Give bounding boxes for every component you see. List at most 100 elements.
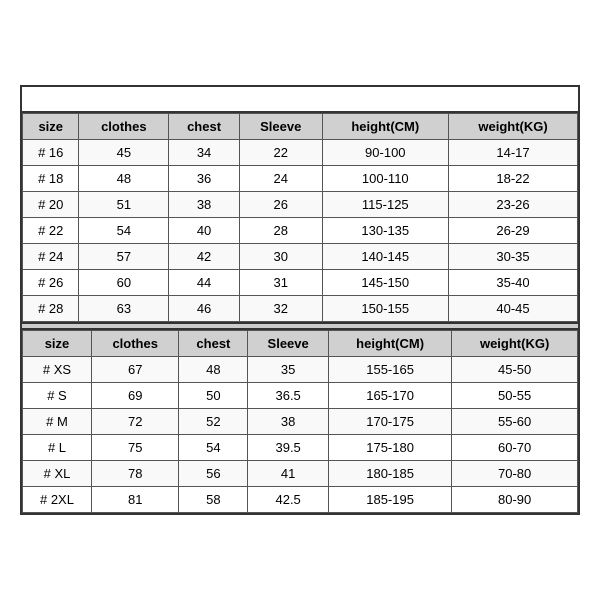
table-cell: 23-26: [449, 192, 578, 218]
table-cell: 14-17: [449, 140, 578, 166]
table-cell: 42: [169, 244, 240, 270]
table-cell: 78: [91, 461, 178, 487]
table-cell: 140-145: [322, 244, 449, 270]
table-cell: # 28: [23, 296, 79, 322]
table-1-header-cell: weight(KG): [449, 114, 578, 140]
table-row: # 18483624100-11018-22: [23, 166, 578, 192]
table-cell: 42.5: [248, 487, 329, 513]
table-cell: 45-50: [452, 357, 578, 383]
table-cell: 24: [239, 166, 322, 192]
table-cell: 54: [79, 218, 169, 244]
table-cell: 30: [239, 244, 322, 270]
table-cell: 75: [91, 435, 178, 461]
table-row: # 28634632150-15540-45: [23, 296, 578, 322]
table-cell: 185-195: [328, 487, 451, 513]
table-cell: 51: [79, 192, 169, 218]
table-cell: 34: [169, 140, 240, 166]
table-2-header-cell: height(CM): [328, 331, 451, 357]
table-cell: 44: [169, 270, 240, 296]
table-cell: 38: [169, 192, 240, 218]
table-cell: 175-180: [328, 435, 451, 461]
table-2-header-cell: size: [23, 331, 92, 357]
table-cell: 48: [179, 357, 248, 383]
table-cell: 150-155: [322, 296, 449, 322]
table-cell: 130-135: [322, 218, 449, 244]
table-cell: 31: [239, 270, 322, 296]
table-row: # 2XL815842.5185-19580-90: [23, 487, 578, 513]
table-row: # 1645342290-10014-17: [23, 140, 578, 166]
table-cell: 55-60: [452, 409, 578, 435]
table-cell: # 22: [23, 218, 79, 244]
table-1-header-cell: size: [23, 114, 79, 140]
table-cell: # L: [23, 435, 92, 461]
table-cell: 90-100: [322, 140, 449, 166]
table-1-header-cell: chest: [169, 114, 240, 140]
table-row: # 22544028130-13526-29: [23, 218, 578, 244]
table-cell: 30-35: [449, 244, 578, 270]
table-cell: 26: [239, 192, 322, 218]
table-cell: 40-45: [449, 296, 578, 322]
table-row: # XS674835155-16545-50: [23, 357, 578, 383]
table-cell: 58: [179, 487, 248, 513]
table-cell: # XS: [23, 357, 92, 383]
table-cell: 39.5: [248, 435, 329, 461]
table-cell: 54: [179, 435, 248, 461]
table-2-header-row: sizeclotheschestSleeveheight(CM)weight(K…: [23, 331, 578, 357]
table-cell: 100-110: [322, 166, 449, 192]
table-cell: # 16: [23, 140, 79, 166]
table-cell: 165-170: [328, 383, 451, 409]
table-cell: # 18: [23, 166, 79, 192]
table-cell: 40: [169, 218, 240, 244]
table-cell: 155-165: [328, 357, 451, 383]
table-cell: # XL: [23, 461, 92, 487]
table-cell: 41: [248, 461, 329, 487]
table-cell: 60-70: [452, 435, 578, 461]
table-cell: 81: [91, 487, 178, 513]
table-cell: 60: [79, 270, 169, 296]
table-cell: 50: [179, 383, 248, 409]
table-2-header-cell: weight(KG): [452, 331, 578, 357]
table-cell: 38: [248, 409, 329, 435]
table-row: # 20513826115-12523-26: [23, 192, 578, 218]
table-cell: 63: [79, 296, 169, 322]
table-2-header-cell: clothes: [91, 331, 178, 357]
table-1: sizeclotheschestSleeveheight(CM)weight(K…: [22, 113, 578, 322]
table-cell: 32: [239, 296, 322, 322]
table-1-header-cell: height(CM): [322, 114, 449, 140]
table-cell: 36.5: [248, 383, 329, 409]
table-2-header-cell: chest: [179, 331, 248, 357]
table-cell: 36: [169, 166, 240, 192]
table-cell: 70-80: [452, 461, 578, 487]
table-cell: # 24: [23, 244, 79, 270]
table-1-header-cell: clothes: [79, 114, 169, 140]
table-row: # 24574230140-14530-35: [23, 244, 578, 270]
table-cell: 45: [79, 140, 169, 166]
table-cell: 48: [79, 166, 169, 192]
table-cell: 72: [91, 409, 178, 435]
table-cell: # 2XL: [23, 487, 92, 513]
table-cell: 26-29: [449, 218, 578, 244]
table-1-header-row: sizeclotheschestSleeveheight(CM)weight(K…: [23, 114, 578, 140]
table-cell: 145-150: [322, 270, 449, 296]
table-row: # L755439.5175-18060-70: [23, 435, 578, 461]
table-cell: # M: [23, 409, 92, 435]
table-cell: 50-55: [452, 383, 578, 409]
table-cell: # 20: [23, 192, 79, 218]
table-cell: # S: [23, 383, 92, 409]
table-cell: 115-125: [322, 192, 449, 218]
table-2: sizeclotheschestSleeveheight(CM)weight(K…: [22, 330, 578, 513]
table-row: # S695036.5165-17050-55: [23, 383, 578, 409]
size-chart-container: sizeclotheschestSleeveheight(CM)weight(K…: [20, 85, 580, 515]
table-cell: 56: [179, 461, 248, 487]
table-cell: # 26: [23, 270, 79, 296]
table-cell: 18-22: [449, 166, 578, 192]
table-1-header-cell: Sleeve: [239, 114, 322, 140]
table-cell: 67: [91, 357, 178, 383]
table-cell: 35-40: [449, 270, 578, 296]
table-cell: 170-175: [328, 409, 451, 435]
table-cell: 69: [91, 383, 178, 409]
section-divider: [22, 322, 578, 330]
table-cell: 80-90: [452, 487, 578, 513]
table-2-header-cell: Sleeve: [248, 331, 329, 357]
table-cell: 57: [79, 244, 169, 270]
